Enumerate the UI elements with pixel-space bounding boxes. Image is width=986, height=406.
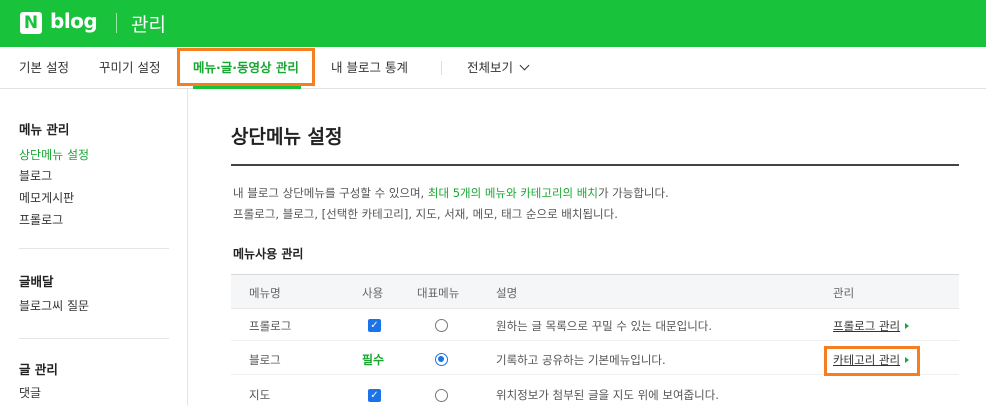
- tab-view-all[interactable]: 전체보기: [467, 47, 530, 89]
- link-label: 프롤로그 관리: [833, 319, 901, 333]
- sidebar-item-blog[interactable]: 블로그: [19, 167, 52, 184]
- active-tab-indicator: [193, 86, 301, 89]
- sidebar-heading-post-manage: 글 관리: [19, 362, 58, 377]
- tab-bar: 기본 설정 꾸미기 설정 메뉴·글·동영상 관리 내 블로그 통계 전체보기: [0, 47, 986, 89]
- menu-name: 지도: [249, 388, 271, 402]
- divider: [116, 13, 117, 33]
- naver-logo-icon[interactable]: N: [20, 12, 42, 34]
- sidebar-item-blogc-question[interactable]: 블로그씨 질문: [19, 297, 89, 314]
- description-text: 내 블로그 상단메뉴를 구성할 수 있으며,: [233, 186, 428, 200]
- chevron-down-icon: [519, 60, 530, 71]
- arrow-right-icon: [905, 322, 910, 329]
- table-header: 메뉴명 사용 대표메뉴 설명 관리: [231, 274, 959, 309]
- tab-view-all-label: 전체보기: [467, 60, 514, 75]
- column-header-rep-menu: 대표메뉴: [417, 286, 460, 300]
- tab-highlight-box: [177, 48, 315, 86]
- menu-name: 프롤로그: [249, 319, 292, 333]
- title-divider: [231, 164, 959, 166]
- menu-name: 블로그: [249, 353, 281, 367]
- sidebar-divider: [19, 248, 169, 249]
- column-header-menu-name: 메뉴명: [249, 286, 281, 300]
- menu-description: 원하는 글 목록으로 꾸밀 수 있는 대문입니다.: [496, 319, 713, 333]
- sidebar-heading-post-delivery: 글배달: [19, 274, 54, 289]
- description-highlight: 최대 5개의 메뉴와 카테고리의 배치: [427, 186, 598, 200]
- top-bar: N blog 관리: [0, 0, 986, 47]
- sidebar-item-top-menu-settings[interactable]: 상단메뉴 설정: [19, 146, 89, 163]
- prologue-manage-link[interactable]: 프롤로그 관리: [833, 318, 910, 334]
- sidebar-item-memo-board[interactable]: 메모게시판: [19, 189, 74, 206]
- row-divider: [231, 340, 959, 341]
- description-line-1: 내 블로그 상단메뉴를 구성할 수 있으며, 최대 5개의 메뉴와 카테고리의 …: [233, 185, 669, 201]
- sidebar-item-comments[interactable]: 댓글: [19, 384, 41, 401]
- sidebar-item-prologue[interactable]: 프롤로그: [19, 211, 63, 228]
- blog-logo[interactable]: blog: [50, 9, 98, 33]
- rep-menu-radio[interactable]: [435, 389, 448, 402]
- table-row: 프롤로그 ✓ 원하는 글 목록으로 꾸밀 수 있는 대문입니다. 프롤로그 관리: [231, 311, 959, 340]
- divider: [441, 61, 442, 75]
- tab-decorate-settings[interactable]: 꾸미기 설정: [99, 47, 160, 89]
- menu-description: 위치정보가 첨부된 글을 지도 위에 보여줍니다.: [496, 388, 719, 402]
- description-text: 가 가능합니다.: [597, 186, 669, 200]
- section-title: 메뉴사용 관리: [233, 247, 304, 261]
- tab-blog-stats[interactable]: 내 블로그 통계: [331, 47, 408, 89]
- page-section-title: 관리: [131, 14, 166, 36]
- page-title: 상단메뉴 설정: [231, 126, 343, 148]
- description-line-2: 프롤로그, 블로그, [선택한 카테고리], 지도, 서재, 메모, 태그 순으…: [233, 207, 618, 221]
- manage-link-highlight-box: [824, 346, 920, 376]
- menu-description: 기록하고 공유하는 기본메뉴입니다.: [496, 353, 666, 367]
- use-checkbox[interactable]: ✓: [368, 389, 381, 402]
- rep-menu-radio[interactable]: [435, 353, 448, 366]
- sidebar-divider: [19, 338, 169, 339]
- table-row: 지도 ✓ 위치정보가 첨부된 글을 지도 위에 보여줍니다.: [231, 380, 959, 406]
- required-badge: 필수: [362, 353, 385, 367]
- rep-menu-radio[interactable]: [435, 319, 448, 332]
- column-header-description: 설명: [496, 286, 518, 300]
- use-checkbox[interactable]: ✓: [368, 319, 381, 332]
- column-header-use: 사용: [362, 286, 384, 300]
- sidebar-heading-menu-manage: 메뉴 관리: [19, 122, 70, 137]
- tab-basic-settings[interactable]: 기본 설정: [19, 47, 69, 89]
- column-header-manage: 관리: [833, 286, 855, 300]
